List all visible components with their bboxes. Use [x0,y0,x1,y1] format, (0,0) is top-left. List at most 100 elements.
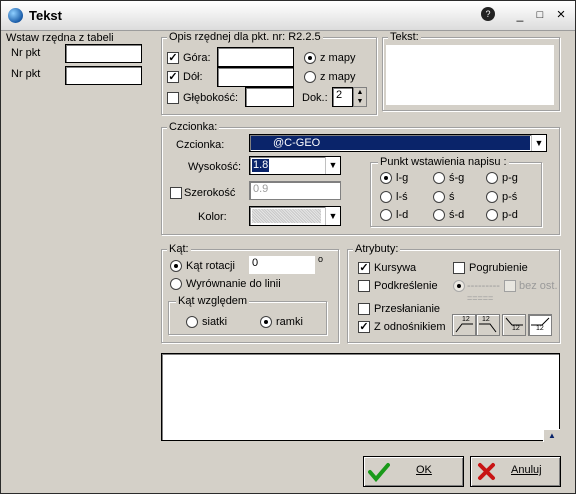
gora-checkbox[interactable]: ✓ [167,52,179,64]
punkt-label-s: ś [449,191,455,203]
punkt-label-s-g: ś-g [449,172,465,184]
ramki-radio[interactable] [260,316,272,328]
gora-z-mapy-label: z mapy [320,52,356,64]
punkt-radio-s-d[interactable] [433,209,445,221]
kat-rotacji-label: Kąt rotacji [186,260,235,272]
kolor-label: Kolor: [198,211,227,223]
pogrubienie-checkbox[interactable] [453,262,465,274]
dok-spinner[interactable]: ▲ ▼ [353,87,367,107]
punkt-radio-p-s[interactable] [486,191,498,203]
help-icon[interactable]: ? [481,7,495,21]
chevron-down-icon[interactable]: ▼ [531,135,546,151]
kat-rotacji-radio[interactable] [170,260,182,272]
odnosnik-checkbox[interactable]: ✓ [358,321,370,333]
align-bottom-left-button[interactable]: 12 [452,314,476,336]
tekst-group-label: Tekst: [388,31,421,43]
punkt-radio-p-d[interactable] [486,209,498,221]
nr-pkt-input-2[interactable] [65,66,142,85]
dok-input[interactable]: 2 [332,87,353,107]
cancel-button[interactable]: Anuluj [470,456,561,487]
wyrownanie-label: Wyrównanie do linii [186,278,281,290]
glebokosc-input[interactable] [245,87,294,107]
przeslanianie-checkbox[interactable] [358,303,370,315]
opis-group-label: Opis rzędnej dla pkt. nr: R2.2.5 [167,31,323,43]
double-line-label: ===== [467,293,494,303]
align-top-left-button[interactable]: 12 [502,314,526,336]
podkreslenie-checkbox[interactable] [358,280,370,292]
leader-line-icon [455,323,473,333]
punkt-label-p-g: p-g [502,172,518,184]
punkt-radio-p-g[interactable] [486,172,498,184]
wysokosc-select[interactable]: 1.8 ▼ [249,156,341,175]
odnosnik-label: Z odnośnikiem [374,321,446,333]
resize-arrow-icon[interactable]: ▲ [543,429,560,442]
font-selected-value: @C-GEO [251,136,530,150]
gora-input[interactable] [217,47,294,67]
punkt-label-l-s: l-ś [396,191,408,203]
ok-button[interactable]: OK [363,456,464,487]
glebokosc-checkbox[interactable] [167,92,179,104]
color-swatch [252,209,321,223]
chevron-down-icon[interactable]: ▼ [325,207,340,225]
siatki-radio[interactable] [186,316,198,328]
notes-textarea[interactable] [161,353,560,441]
atrybuty-group-label: Atrybuty: [353,243,401,255]
wzgledem-label: Kąt względem [176,295,250,307]
kolor-select[interactable]: ▼ [249,206,341,226]
glebokosc-label: Głębokość: [183,92,239,104]
align-bottom-right-button[interactable]: 12 [476,314,500,336]
close-button[interactable]: × [552,7,570,23]
align-top-right-button[interactable]: 12 [528,314,552,336]
szerokosc-label: Szerokość [184,187,236,199]
punkt-radio-l-s[interactable] [380,191,392,203]
chevron-down-icon[interactable]: ▼ [325,157,340,174]
siatki-label: siatki [202,316,228,328]
leader-line-icon [479,323,497,333]
szerokosc-checkbox[interactable] [170,187,182,199]
pogrubienie-label: Pogrubienie [469,262,528,274]
kat-rotacji-input[interactable]: 0 [249,256,315,274]
punkt-radio-l-d[interactable] [380,209,392,221]
nr-pkt-input-1[interactable] [65,44,142,63]
punkt-radio-s-g[interactable] [433,172,445,184]
dol-label: Dół: [183,71,203,83]
punkt-label-p-s: p-ś [502,191,518,203]
kursywa-label: Kursywa [374,262,417,274]
title-bar[interactable]: Tekst ? _ □ × [1,1,575,31]
ok-button-label: OK [416,464,432,476]
tekst-textarea[interactable] [386,45,554,105]
szerokosc-input[interactable]: 0.9 [249,181,341,200]
wysokosc-value: 1.8 [252,159,270,172]
punkt-radio-l-g[interactable] [380,172,392,184]
gora-label: Góra: [183,52,211,64]
kat-group-label: Kąt: [167,243,191,255]
font-label: Czcionka: [176,139,225,151]
dol-z-mapy-label: z mapy [320,71,356,83]
cancel-button-label: Anuluj [511,464,542,476]
wyrownanie-radio[interactable] [170,278,182,290]
punkt-radio-s[interactable] [433,191,445,203]
punkt-label-p-d: p-d [502,209,518,221]
ramki-label: ramki [276,316,303,328]
dok-label: Dok.: [302,92,328,104]
punkt-label-l-g: l-g [396,172,409,184]
gora-z-mapy-radio[interactable] [304,52,316,64]
minimize-button[interactable]: _ [511,7,529,23]
kursywa-checkbox[interactable]: ✓ [358,262,370,274]
punkt-group-label: Punkt wstawienia napisu : [378,156,509,168]
line-style-radio[interactable] [453,280,465,292]
x-icon [478,463,495,480]
checkmark-icon [368,463,390,482]
font-select[interactable]: @C-GEO ▼ [249,134,547,152]
line-style-label: --------- [467,280,500,292]
nr-pkt-label-2: Nr pkt [11,68,41,80]
maximize-button[interactable]: □ [531,7,549,23]
dol-z-mapy-radio[interactable] [304,71,316,83]
dol-input[interactable] [217,67,294,87]
globe-icon [8,8,23,23]
przeslanianie-label: Przesłanianie [374,303,441,315]
bez-ost-checkbox[interactable] [504,280,516,292]
bez-ost-label: bez ost. [519,280,558,292]
window-title: Tekst [29,8,62,23]
dol-checkbox[interactable]: ✓ [167,71,179,83]
